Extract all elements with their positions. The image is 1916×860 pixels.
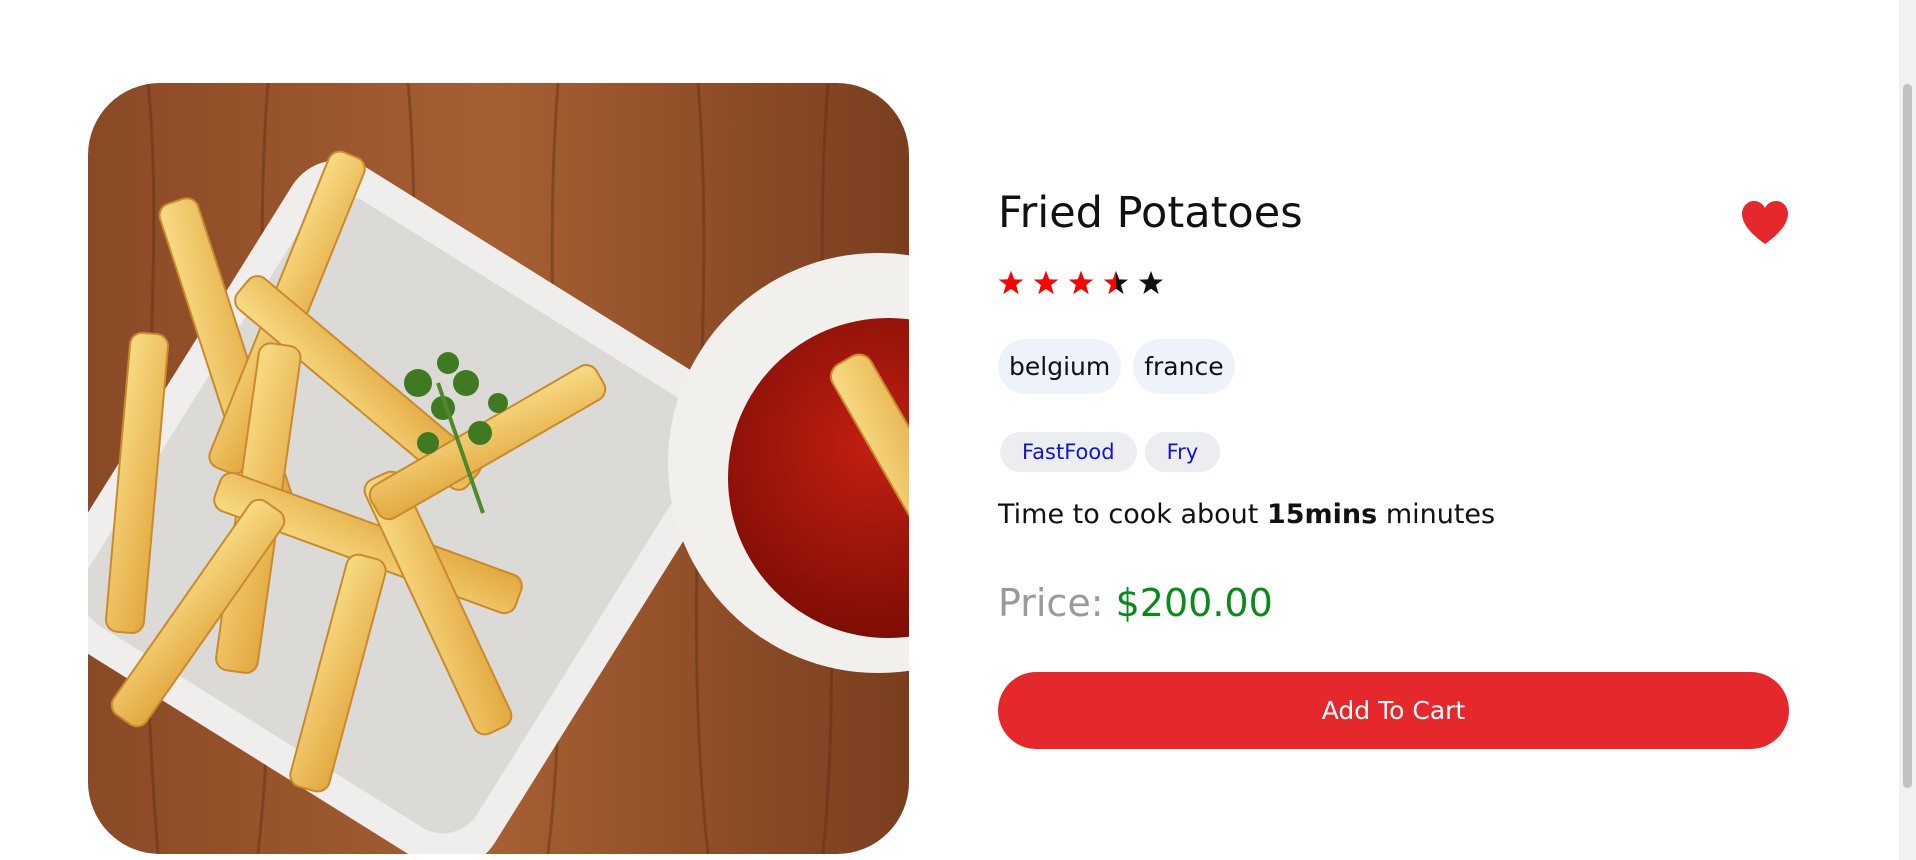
country-list: belgium france bbox=[998, 339, 1235, 394]
star-rating bbox=[998, 270, 1164, 302]
product-title: Fried Potatoes bbox=[998, 188, 1303, 238]
price-label: Price: bbox=[998, 581, 1104, 625]
tag-list: FastFood Fry bbox=[1000, 432, 1221, 472]
star-icon bbox=[1034, 271, 1058, 294]
star-icon bbox=[1139, 271, 1163, 294]
price: Price: $200.00 bbox=[998, 581, 1273, 625]
scrollbar[interactable] bbox=[1899, 0, 1916, 860]
heart-icon bbox=[1742, 201, 1788, 244]
star-icon bbox=[999, 271, 1023, 294]
price-value: $200.00 bbox=[1115, 581, 1273, 625]
tag-chip[interactable]: Fry bbox=[1144, 432, 1221, 472]
star-icon bbox=[1104, 271, 1128, 294]
cook-time: Time to cook about 15mins minutes bbox=[998, 499, 1495, 530]
cook-time-prefix: Time to cook about bbox=[998, 499, 1259, 530]
country-chip: france bbox=[1133, 339, 1235, 394]
tag-chip[interactable]: FastFood bbox=[1000, 432, 1137, 472]
product-page: Fried Potatoes belgium france FastFood Fry… bbox=[0, 0, 1916, 860]
add-to-cart-button[interactable]: Add To Cart bbox=[998, 672, 1789, 749]
food-image bbox=[88, 83, 909, 854]
star-icon bbox=[1069, 271, 1093, 294]
cook-time-suffix: minutes bbox=[1385, 499, 1496, 530]
favorite-button[interactable] bbox=[1740, 200, 1790, 246]
product-details: Fried Potatoes belgium france FastFood Fry… bbox=[998, 0, 1790, 860]
scrollbar-thumb[interactable] bbox=[1903, 84, 1912, 788]
cook-time-value: 15mins bbox=[1266, 499, 1378, 530]
country-chip: belgium bbox=[998, 339, 1122, 394]
